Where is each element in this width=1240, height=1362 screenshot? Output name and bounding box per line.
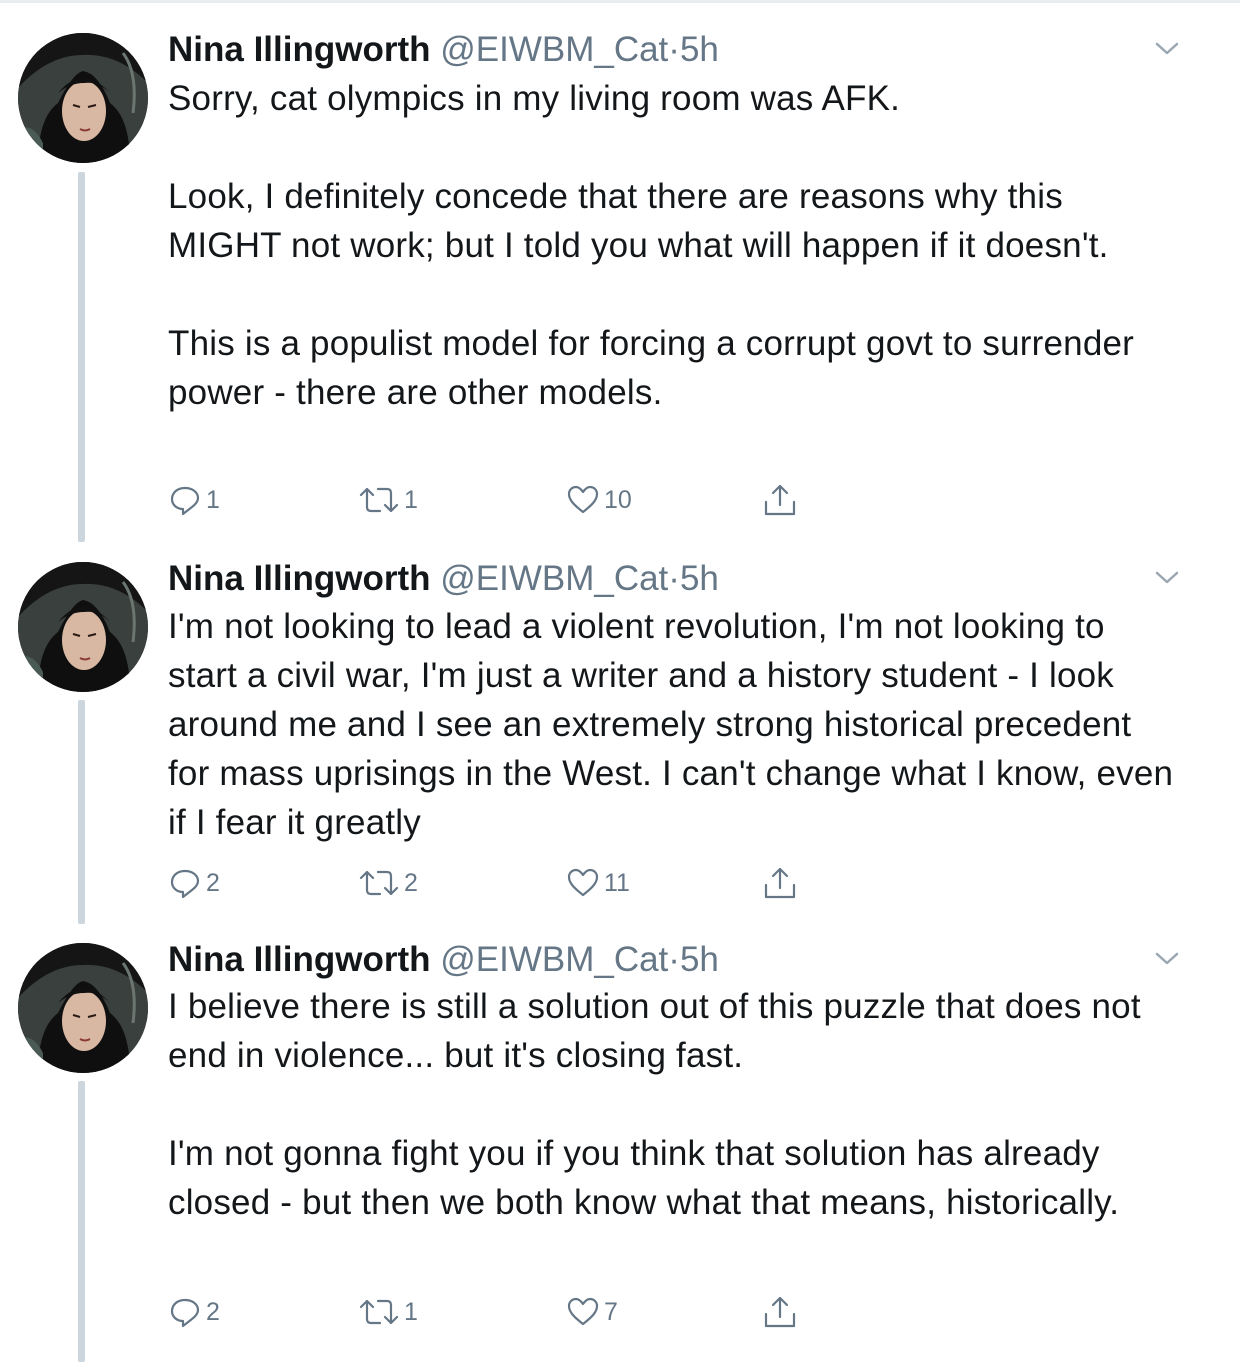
tweet-actions: 2 1 7 (168, 1292, 1168, 1332)
retweet-button[interactable]: 2 (358, 863, 418, 903)
separator: · (668, 559, 680, 598)
tweet[interactable]: Nina Illingworth @EIWBM_Cat·5h Sorry, ca… (0, 28, 1240, 528)
reply-count: 2 (206, 868, 220, 897)
share-icon (764, 1296, 796, 1328)
reply-button[interactable]: 2 (168, 1292, 220, 1332)
like-count: 7 (604, 1297, 618, 1326)
like-count: 11 (604, 868, 630, 897)
tweet-text: I'm not looking to lead a violent revolu… (168, 607, 1184, 842)
share-icon (764, 867, 796, 899)
top-divider (0, 0, 1240, 3)
like-button[interactable]: 11 (566, 863, 630, 903)
separator: · (668, 940, 680, 979)
author-name[interactable]: Nina Illingworth (168, 30, 430, 69)
retweet-count: 1 (404, 485, 418, 514)
retweet-button[interactable]: 1 (358, 1292, 418, 1332)
reply-icon (170, 1298, 200, 1328)
separator: · (668, 30, 680, 69)
like-button[interactable]: 10 (566, 480, 632, 520)
share-button[interactable] (762, 480, 798, 520)
heart-icon (567, 1297, 599, 1326)
chevron-down-icon[interactable] (1152, 38, 1182, 58)
reply-icon (170, 869, 200, 899)
avatar-image (18, 943, 148, 1073)
tweet-actions: 2 2 11 (168, 863, 1168, 903)
avatar-image (18, 33, 148, 163)
heart-icon (567, 485, 599, 514)
share-icon (764, 484, 796, 516)
author-name[interactable]: Nina Illingworth (168, 559, 430, 598)
retweet-icon (359, 870, 399, 896)
heart-icon (567, 868, 599, 897)
tweet-header: Nina Illingworth @EIWBM_Cat·5h (168, 28, 719, 72)
tweet-text: Sorry, cat olympics in my living room wa… (168, 79, 1135, 412)
share-button[interactable] (762, 1292, 798, 1332)
avatar[interactable] (18, 562, 148, 692)
author-handle[interactable]: @EIWBM_Cat (440, 30, 668, 69)
like-button[interactable]: 7 (566, 1292, 618, 1332)
avatar[interactable] (18, 943, 148, 1073)
tweet-actions: 1 1 10 (168, 480, 1168, 520)
retweet-button[interactable]: 1 (358, 480, 418, 520)
author-handle[interactable]: @EIWBM_Cat (440, 940, 668, 979)
timestamp[interactable]: 5h (680, 940, 719, 979)
like-count: 10 (604, 485, 632, 514)
retweet-icon (359, 1299, 399, 1325)
tweet-text: I believe there is still a solution out … (168, 987, 1141, 1222)
avatar-image (18, 562, 148, 692)
tweet[interactable]: Nina Illingworth @EIWBM_Cat·5h I'm not l… (0, 557, 1240, 907)
tweet-header: Nina Illingworth @EIWBM_Cat·5h (168, 557, 719, 601)
chevron-down-icon[interactable] (1152, 948, 1182, 968)
share-button[interactable] (762, 863, 798, 903)
reply-count: 1 (206, 485, 220, 514)
reply-count: 2 (206, 1297, 220, 1326)
tweet-header: Nina Illingworth @EIWBM_Cat·5h (168, 938, 719, 982)
retweet-icon (359, 487, 399, 513)
tweet[interactable]: Nina Illingworth @EIWBM_Cat·5h I believe… (0, 938, 1240, 1338)
retweet-count: 1 (404, 1297, 418, 1326)
author-name[interactable]: Nina Illingworth (168, 940, 430, 979)
retweet-count: 2 (404, 868, 418, 897)
avatar[interactable] (18, 33, 148, 163)
timestamp[interactable]: 5h (680, 559, 719, 598)
reply-button[interactable]: 1 (168, 480, 220, 520)
timestamp[interactable]: 5h (680, 30, 719, 69)
reply-icon (170, 486, 200, 516)
author-handle[interactable]: @EIWBM_Cat (440, 559, 668, 598)
chevron-down-icon[interactable] (1152, 567, 1182, 587)
reply-button[interactable]: 2 (168, 863, 220, 903)
